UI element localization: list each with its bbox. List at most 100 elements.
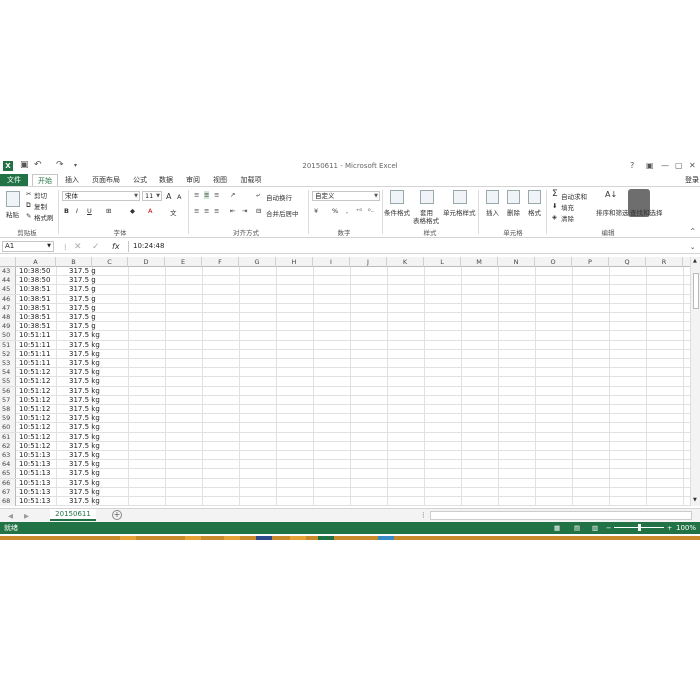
taskbar-item[interactable] (256, 536, 272, 540)
cell-weight[interactable]: 317.5 kg (69, 479, 100, 488)
table-row[interactable]: 64 10:51:13 317.5 kg (0, 460, 690, 470)
column-header-k[interactable]: K (387, 257, 424, 267)
vertical-scrollbar[interactable]: ▲ ▼ (690, 257, 700, 506)
taskbar-item[interactable] (224, 536, 240, 540)
row-header[interactable]: 66 (0, 478, 16, 488)
align-bottom-icon[interactable]: ≡ (214, 191, 219, 199)
format-cells-icon[interactable] (528, 190, 541, 204)
row-header[interactable]: 45 (0, 285, 16, 295)
cell-weight[interactable]: 317.5 g (69, 276, 96, 285)
insert-function-button[interactable]: fx (112, 242, 120, 251)
phonetic-icon[interactable]: 文 (170, 207, 177, 217)
taskbar-item[interactable] (378, 536, 394, 540)
comma-button[interactable]: , (346, 207, 348, 215)
cell-weight[interactable]: 317.5 g (69, 285, 96, 294)
column-header-b[interactable]: B (56, 257, 92, 267)
table-row[interactable]: 50 10:51:11 317.5 kg (0, 331, 690, 341)
worksheet-grid[interactable]: A B C D E F G H I J K L M N O P Q R 43 1… (0, 257, 690, 506)
number-format-select[interactable]: 自定义 ▼ (312, 191, 380, 201)
taskbar-item[interactable] (120, 536, 136, 540)
cell-time[interactable]: 10:51:13 (19, 469, 50, 478)
paste-button[interactable]: 粘贴 (6, 209, 19, 219)
table-row[interactable]: 65 10:51:13 317.5 kg (0, 469, 690, 479)
increase-decimal-icon[interactable]: ⁺⁰ (356, 207, 362, 215)
row-header[interactable]: 48 (0, 313, 16, 322)
fill-icon[interactable]: ⬇ (552, 202, 557, 210)
insert-cells-button[interactable]: 插入 (486, 207, 499, 217)
column-header-f[interactable]: F (202, 257, 239, 267)
row-header[interactable]: 61 (0, 432, 16, 442)
table-row[interactable]: 56 10:51:12 317.5 kg (0, 386, 690, 396)
enter-icon[interactable]: ✓ (92, 242, 100, 252)
table-row[interactable]: 54 10:51:12 317.5 kg (0, 368, 690, 378)
zoom-slider-knob[interactable] (638, 524, 641, 531)
italic-button[interactable]: I (76, 207, 78, 215)
row-header[interactable]: 58 (0, 405, 16, 414)
cell-time[interactable]: 10:51:13 (19, 479, 50, 488)
cell-weight[interactable]: 317.5 kg (69, 414, 100, 423)
select-all-corner[interactable] (0, 257, 16, 267)
cell-weight[interactable]: 317.5 kg (69, 377, 100, 386)
row-header[interactable]: 47 (0, 303, 16, 313)
cell-styles-button[interactable]: 单元格样式 (443, 207, 476, 217)
horizontal-scrollbar[interactable] (430, 511, 692, 520)
find-select-button[interactable]: 查找和选择 (630, 207, 663, 217)
cell-time[interactable]: 10:38:50 (19, 276, 50, 285)
row-header[interactable]: 44 (0, 276, 16, 286)
cell-time[interactable]: 10:51:12 (19, 405, 50, 414)
column-header-h[interactable]: H (276, 257, 313, 267)
align-middle-icon[interactable]: ≡ (204, 191, 210, 199)
conditional-formatting-icon[interactable] (390, 190, 404, 204)
help-button[interactable]: ? (630, 161, 634, 170)
bold-button[interactable]: B (64, 207, 69, 215)
format-painter-button[interactable]: 格式刷 (34, 212, 54, 222)
cell-time[interactable]: 10:51:13 (19, 460, 50, 469)
taskbar-item[interactable] (290, 536, 306, 540)
align-center-icon[interactable]: ≡ (204, 207, 209, 215)
clear-button[interactable]: 清除 (561, 213, 574, 223)
format-as-table-icon[interactable] (420, 190, 434, 204)
align-right-icon[interactable]: ≡ (214, 207, 219, 215)
cell-weight[interactable]: 317.5 kg (69, 423, 100, 432)
column-header-q[interactable]: Q (609, 257, 646, 267)
row-header[interactable]: 67 (0, 487, 16, 497)
table-row[interactable]: 52 10:51:11 317.5 kg (0, 349, 690, 359)
normal-view-icon[interactable]: ▦ (554, 524, 560, 532)
tab-splitter-icon[interactable]: ⋮ (420, 511, 427, 519)
cell-weight[interactable]: 317.5 g (69, 295, 96, 304)
close-icon[interactable]: ✕ (689, 161, 696, 170)
column-header-o[interactable]: O (535, 257, 572, 267)
cell-weight[interactable]: 317.5 kg (69, 460, 100, 469)
cell-weight[interactable]: 317.5 kg (69, 396, 100, 405)
table-row[interactable]: 45 10:38:51 317.5 g (0, 285, 690, 295)
row-header[interactable]: 62 (0, 441, 16, 451)
name-box[interactable]: A1 ▼ (2, 241, 54, 252)
column-header-d[interactable]: D (128, 257, 165, 267)
align-left-icon[interactable]: ≡ (194, 207, 199, 215)
collapse-ribbon-icon[interactable]: ^ (690, 227, 695, 235)
row-header[interactable]: 65 (0, 469, 16, 479)
cancel-icon[interactable]: ✕ (74, 242, 82, 252)
cell-weight[interactable]: 317.5 kg (69, 451, 100, 460)
table-row[interactable]: 46 10:38:51 317.5 g (0, 294, 690, 304)
cell-time[interactable]: 10:38:51 (19, 295, 50, 304)
table-row[interactable]: 66 10:51:13 317.5 kg (0, 478, 690, 488)
align-top-icon[interactable]: ≡ (194, 191, 199, 199)
fill-color-icon[interactable]: ◆ (130, 207, 135, 215)
cut-button[interactable]: 剪切 (34, 190, 47, 200)
next-sheet-icon[interactable]: ▶ (24, 512, 29, 520)
tab-view[interactable]: 视图 (208, 174, 232, 186)
zoom-level[interactable]: 100% (676, 522, 696, 534)
cell-weight[interactable]: 317.5 kg (69, 442, 100, 451)
percent-button[interactable]: % (332, 207, 338, 215)
cell-weight[interactable]: 317.5 kg (69, 433, 100, 442)
cell-time[interactable]: 10:51:12 (19, 423, 50, 432)
row-header[interactable]: 56 (0, 386, 16, 396)
increase-indent-icon[interactable]: ⇥ (242, 207, 247, 215)
table-row[interactable]: 68 10:51:13 317.5 kg (0, 497, 690, 506)
page-layout-view-icon[interactable]: ▤ (574, 524, 580, 532)
row-header[interactable]: 59 (0, 414, 16, 424)
paste-icon[interactable] (6, 191, 20, 207)
cell-time[interactable]: 10:51:13 (19, 497, 50, 506)
table-row[interactable]: 51 10:51:11 317.5 kg (0, 340, 690, 350)
